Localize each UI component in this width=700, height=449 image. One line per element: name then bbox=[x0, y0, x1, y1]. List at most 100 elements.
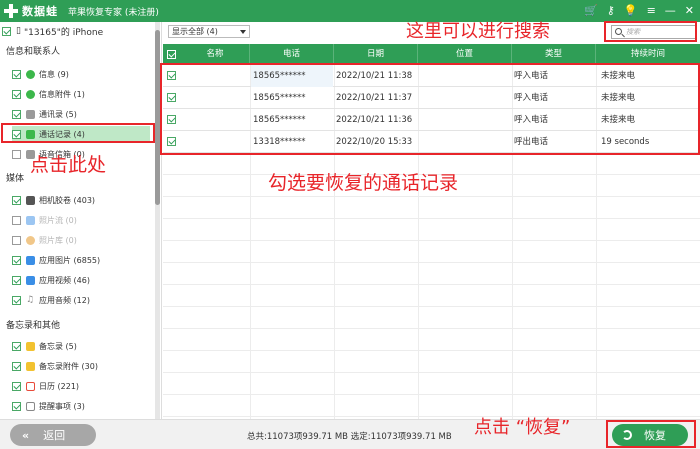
sidebar-item-camera-roll[interactable]: 相机胶卷 (403) bbox=[12, 192, 150, 208]
item-checkbox[interactable] bbox=[12, 235, 21, 245]
column-header-duration[interactable]: 持续时间 bbox=[596, 44, 700, 64]
section-media: 媒体 bbox=[6, 174, 25, 184]
sidebar-item-reminders[interactable]: 提醒事项 (3) bbox=[12, 398, 150, 414]
key-icon[interactable]: ⚷ bbox=[607, 4, 615, 18]
notes-attachment-icon bbox=[26, 361, 35, 371]
item-checkbox[interactable] bbox=[12, 255, 21, 265]
sidebar-item-notes-attachments[interactable]: 备忘录附件 (30) bbox=[12, 358, 150, 374]
empty-row bbox=[163, 351, 700, 373]
minimize-icon[interactable]: — bbox=[665, 4, 676, 18]
filter-dropdown[interactable]: 显示全部 (4) bbox=[168, 25, 250, 38]
device-row[interactable]: ▯ "13165"的 iPhone bbox=[2, 24, 103, 38]
item-label: 应用图片 (6855) bbox=[39, 255, 101, 265]
item-label: 通讯录 (5) bbox=[39, 109, 77, 119]
empty-row bbox=[163, 395, 700, 417]
close-icon[interactable]: ✕ bbox=[685, 4, 694, 18]
select-all-checkbox[interactable] bbox=[167, 50, 176, 59]
device-checkbox[interactable] bbox=[2, 26, 11, 36]
item-checkbox[interactable] bbox=[12, 275, 21, 285]
item-label: 备忘录 (5) bbox=[39, 341, 77, 351]
item-checkbox[interactable] bbox=[12, 89, 21, 99]
sidebar-item-photo-library[interactable]: 照片库 (0) bbox=[12, 232, 150, 248]
app-logo: 数据蛙 bbox=[4, 3, 58, 19]
sidebar-item-photo-stream[interactable]: 照片流 (0) bbox=[12, 212, 150, 228]
empty-row bbox=[163, 285, 700, 307]
photostream-icon bbox=[26, 215, 35, 225]
item-checkbox[interactable] bbox=[12, 295, 21, 305]
item-label: 信息 (9) bbox=[39, 69, 69, 79]
category-sidebar: ▯ "13165"的 iPhone 信息和联系人 信息 (9) 信息附件 (1)… bbox=[0, 22, 162, 419]
reminders-icon bbox=[26, 401, 35, 411]
menu-icon[interactable]: ≡ bbox=[647, 4, 656, 18]
sidebar-item-contacts[interactable]: 通讯录 (5) bbox=[12, 106, 150, 122]
item-checkbox[interactable] bbox=[12, 195, 21, 205]
item-checkbox[interactable] bbox=[12, 381, 21, 391]
item-label: 相机胶卷 (403) bbox=[39, 195, 96, 205]
message-icon bbox=[26, 69, 35, 79]
logo-cross-icon bbox=[4, 4, 18, 18]
item-label: 日历 (221) bbox=[39, 381, 80, 391]
back-button[interactable]: « 返回 bbox=[10, 424, 96, 446]
item-label: 备忘录附件 (30) bbox=[39, 361, 98, 371]
sidebar-item-app-audio[interactable]: ♫ 应用音频 (12) bbox=[12, 292, 150, 308]
phone-device-icon: ▯ bbox=[16, 26, 21, 36]
camera-icon bbox=[26, 195, 35, 205]
cart-icon[interactable]: 🛒 bbox=[584, 4, 598, 18]
annotation-click-here: 点击此处 bbox=[30, 154, 107, 176]
brand-name: 数据蛙 bbox=[22, 5, 58, 18]
app-audio-icon: ♫ bbox=[26, 294, 35, 305]
bulb-icon[interactable]: 💡 bbox=[624, 4, 638, 18]
sidebar-item-notes[interactable]: 备忘录 (5) bbox=[12, 338, 150, 354]
item-label: 照片流 (0) bbox=[39, 215, 77, 225]
empty-row bbox=[163, 197, 700, 219]
empty-row bbox=[163, 373, 700, 395]
section-messages-contacts: 信息和联系人 bbox=[6, 47, 61, 57]
annotation-select-hint: 勾选要恢复的通话记录 bbox=[268, 172, 459, 194]
contacts-icon bbox=[26, 109, 35, 119]
sidebar-item-messages[interactable]: 信息 (9) bbox=[12, 66, 150, 82]
item-checkbox[interactable] bbox=[12, 69, 21, 79]
item-checkbox[interactable] bbox=[12, 109, 21, 119]
filter-value: 显示全部 (4) bbox=[172, 27, 218, 36]
item-checkbox[interactable] bbox=[12, 149, 21, 159]
empty-row bbox=[163, 219, 700, 241]
item-checkbox[interactable] bbox=[12, 341, 21, 351]
device-name: "13165"的 iPhone bbox=[23, 27, 104, 38]
title-bar: 数据蛙 苹果恢复专家 (未注册) 🛒 ⚷ 💡 ≡ — ✕ bbox=[0, 0, 700, 22]
window-controls: 🛒 ⚷ 💡 ≡ — ✕ bbox=[584, 4, 694, 18]
item-label: 提醒事项 (3) bbox=[39, 401, 85, 411]
column-header-date[interactable]: 日期 bbox=[334, 44, 418, 64]
sidebar-item-calendar[interactable]: 日历 (221) bbox=[12, 378, 150, 394]
annotation-box-table-rows bbox=[160, 63, 700, 155]
item-checkbox[interactable] bbox=[12, 401, 21, 411]
back-button-label: 返回 bbox=[43, 429, 66, 442]
app-video-icon bbox=[26, 275, 35, 285]
empty-row bbox=[163, 307, 700, 329]
app-photo-icon bbox=[26, 255, 35, 265]
annotation-box-call-history bbox=[1, 123, 155, 143]
empty-row bbox=[163, 329, 700, 351]
annotation-box-restore bbox=[606, 420, 696, 448]
bottom-bar: « 返回 总共:11073项939.71 MB 选定:11073项939.71 … bbox=[0, 419, 700, 449]
column-header-type[interactable]: 类型 bbox=[512, 44, 596, 64]
sidebar-item-app-videos[interactable]: 应用视频 (46) bbox=[12, 272, 150, 288]
section-notes-other: 备忘录和其他 bbox=[6, 321, 61, 331]
double-chevron-left-icon: « bbox=[22, 428, 30, 442]
item-label: 应用音频 (12) bbox=[39, 295, 90, 305]
item-label: 信息附件 (1) bbox=[39, 89, 85, 99]
photos-icon bbox=[26, 235, 35, 245]
column-header-name[interactable]: 名称 bbox=[181, 44, 250, 64]
item-label: 照片库 (0) bbox=[39, 235, 77, 245]
app-title: 苹果恢复专家 (未注册) bbox=[68, 7, 159, 18]
sidebar-item-message-attachments[interactable]: 信息附件 (1) bbox=[12, 86, 150, 102]
table-header: 名称 电话 日期 位置 类型 持续时间 bbox=[163, 44, 700, 64]
item-checkbox[interactable] bbox=[12, 215, 21, 225]
annotation-box-search bbox=[604, 21, 697, 42]
calendar-icon bbox=[26, 381, 35, 391]
column-header-location[interactable]: 位置 bbox=[418, 44, 512, 64]
item-checkbox[interactable] bbox=[12, 361, 21, 371]
column-header-phone[interactable]: 电话 bbox=[250, 44, 334, 64]
sidebar-item-app-photos[interactable]: 应用图片 (6855) bbox=[12, 252, 150, 268]
empty-row bbox=[163, 263, 700, 285]
annotation-search-hint: 这里可以进行搜索 bbox=[406, 21, 550, 42]
